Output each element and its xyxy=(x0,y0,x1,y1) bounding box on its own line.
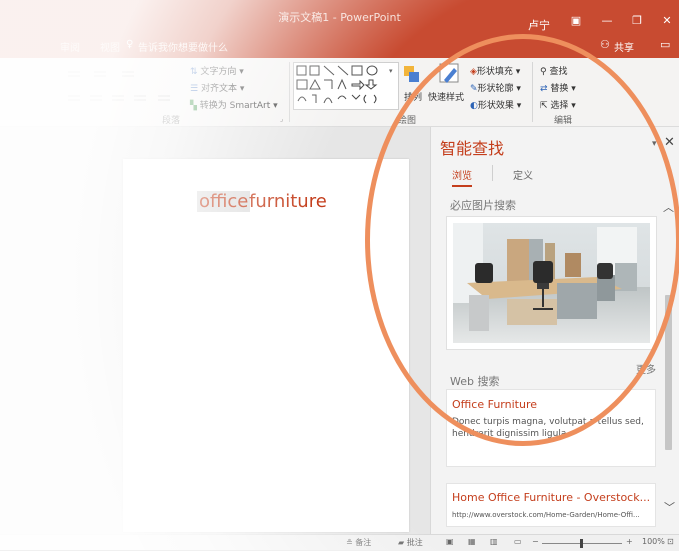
search-icon: ⚲ xyxy=(540,66,547,77)
web-result-card[interactable]: Home Office Furniture - Overstock... htt… xyxy=(446,483,656,527)
align-text-button[interactable]: ☰ 对齐文本 ▾ xyxy=(190,81,245,95)
notes-icon: ≗ xyxy=(346,538,353,547)
web-result-title[interactable]: Home Office Furniture - Overstock... xyxy=(452,491,650,504)
selected-word[interactable]: office xyxy=(197,191,251,212)
replace-label: 替换 ▾ xyxy=(550,84,576,94)
arrange-button[interactable]: 排列 xyxy=(404,90,422,103)
paragraph-group-label: 段落 xyxy=(162,116,181,126)
shapes-gallery[interactable]: ▾ xyxy=(293,62,399,110)
normal-view-icon[interactable]: ▣ xyxy=(446,537,454,546)
quick-styles-icon xyxy=(438,62,462,86)
select-label: 选择 ▾ xyxy=(550,101,576,111)
pane-title: 智能查找 xyxy=(440,139,505,158)
comment-icon: ▰ xyxy=(398,538,405,547)
more-link[interactable]: 更多 xyxy=(636,361,656,376)
shape-effects-label: 形状效果 ▾ xyxy=(477,101,522,111)
web-result-title[interactable]: Office Furniture xyxy=(452,398,537,411)
paragraph-launcher-icon[interactable]: ⌟ xyxy=(280,115,283,123)
comments-button[interactable]: ▰ 批注 xyxy=(398,537,423,548)
slide-editing-area: office furniture xyxy=(0,127,430,534)
notes-label: 备注 xyxy=(355,538,372,547)
zoom-out-icon[interactable]: − xyxy=(532,537,539,546)
smartart-icon: ▚ xyxy=(190,100,197,111)
effects-icon: ◐ xyxy=(470,100,478,111)
slide-canvas[interactable]: office furniture xyxy=(123,159,409,532)
text-direction-button[interactable]: ⇅ 文字方向 ▾ xyxy=(190,64,244,78)
scroll-up-icon[interactable]: ︿ xyxy=(663,199,674,215)
ribbon-display-icon[interactable]: ▣ xyxy=(565,14,587,28)
lightbulb-icon: ♀ xyxy=(126,39,134,50)
close-icon[interactable]: ✕ xyxy=(656,14,678,28)
tab-view[interactable]: 视图 xyxy=(100,39,120,54)
web-result-url: http://www.overstock.com/Home-Garden/Hom… xyxy=(452,511,640,519)
image-result[interactable] xyxy=(446,216,657,350)
find-button[interactable]: ⚲ 查找 xyxy=(540,64,568,78)
office-furniture-photo xyxy=(453,223,650,343)
zoom-slider-thumb[interactable] xyxy=(580,539,583,548)
drawing-group-label: 绘图 xyxy=(398,116,417,126)
reading-view-icon[interactable]: ▥ xyxy=(490,537,498,546)
shape-fill-label: 形状填充 ▾ xyxy=(476,67,521,77)
user-name[interactable]: 卢宁 xyxy=(528,17,550,33)
share-button[interactable]: 共享 xyxy=(614,39,634,54)
tell-me-box[interactable]: 告诉我你想要做什么 xyxy=(138,39,228,54)
align-text-label: 对齐文本 ▾ xyxy=(200,84,245,94)
web-result-snippet: Donec turpis magna, volutpat a tellus se… xyxy=(452,417,644,439)
shape-fill-button[interactable]: ◈形状填充 ▾ xyxy=(470,64,521,78)
pane-options-icon[interactable]: ▾ xyxy=(652,139,657,149)
text-direction-label: 文字方向 ▾ xyxy=(200,67,244,77)
tab-browse[interactable]: 浏览 xyxy=(452,167,472,187)
paint-bucket-icon: ◈ xyxy=(470,66,477,77)
slideshow-icon[interactable]: ▭ xyxy=(514,537,522,546)
select-button[interactable]: ⇱ 选择 ▾ xyxy=(540,98,576,112)
paragraph-commands: ⇅ 文字方向 ▾ ☰ 对齐文本 ▾ ▚ 转换为 SmartArt ▾ xyxy=(190,64,280,118)
comment-icon[interactable]: ▭ xyxy=(660,38,670,51)
quick-styles-button[interactable]: 快速样式 xyxy=(428,90,464,103)
shape-effects-button[interactable]: ◐形状效果 ▾ xyxy=(470,98,522,112)
replace-icon: ⇄ xyxy=(540,83,548,94)
bing-image-search-heading: 必应图片搜索 xyxy=(450,199,516,212)
title-bar: 演示文稿1 - PowerPoint 卢宁 ▣ — ❐ ✕ xyxy=(0,0,679,34)
paragraph-format-buttons[interactable] xyxy=(60,66,180,106)
ribbon-tabs-bar: 审阅 视图 ♀ 告诉我你想要做什么 ⚇ 共享 ▭ xyxy=(0,34,679,58)
fit-slide-icon[interactable]: ⊡ xyxy=(667,537,674,546)
status-bar: ≗ 备注 ▰ 批注 ▣ ▦ ▥ ▭ − + 100% ⊡ xyxy=(0,534,679,551)
smartart-button[interactable]: ▚ 转换为 SmartArt ▾ xyxy=(190,98,278,112)
arrange-icon xyxy=(402,64,422,86)
smart-lookup-pane: 智能查找 ▾ ✕ 浏览 定义 必应图片搜索 ︿ 更多 Web 搜索 Office… xyxy=(430,127,679,534)
slide-text[interactable]: furniture xyxy=(249,191,327,212)
text-direction-icon: ⇅ xyxy=(190,66,198,77)
slide-sorter-icon[interactable]: ▦ xyxy=(468,537,476,546)
tab-divider xyxy=(492,165,493,181)
zoom-level[interactable]: 100% xyxy=(642,537,665,546)
ribbon: ⇅ 文字方向 ▾ ☰ 对齐文本 ▾ ▚ 转换为 SmartArt ▾ 段落 ⌟ … xyxy=(0,58,679,127)
smartart-label: 转换为 SmartArt ▾ xyxy=(199,101,278,111)
scrollbar-thumb[interactable] xyxy=(665,295,672,450)
web-search-heading: Web 搜索 xyxy=(450,375,500,388)
replace-button[interactable]: ⇄ 替换 ▾ xyxy=(540,81,576,95)
group-divider xyxy=(532,62,533,122)
minimize-icon[interactable]: — xyxy=(596,14,618,28)
web-result-card[interactable]: Office Furniture Donec turpis magna, vol… xyxy=(446,389,656,467)
cursor-icon: ⇱ xyxy=(540,100,548,111)
notes-button[interactable]: ≗ 备注 xyxy=(346,537,371,548)
zoom-in-icon[interactable]: + xyxy=(626,537,633,546)
person-icon: ⚇ xyxy=(600,38,610,51)
find-label: 查找 xyxy=(549,67,568,77)
align-text-icon: ☰ xyxy=(190,83,199,94)
tab-define[interactable]: 定义 xyxy=(513,167,533,182)
group-divider xyxy=(289,62,290,122)
comments-label: 批注 xyxy=(406,538,423,547)
close-icon[interactable]: ✕ xyxy=(664,135,675,150)
tab-review[interactable]: 审阅 xyxy=(60,39,80,54)
restore-icon[interactable]: ❐ xyxy=(626,14,648,28)
shape-outline-label: 形状轮廓 ▾ xyxy=(477,84,521,94)
pen-icon: ✎ xyxy=(470,83,478,94)
scroll-down-icon[interactable]: ﹀ xyxy=(664,499,675,515)
editing-group-label: 编辑 xyxy=(554,116,573,126)
gallery-more-icon[interactable]: ▾ xyxy=(389,67,393,75)
shape-outline-button[interactable]: ✎形状轮廓 ▾ xyxy=(470,81,521,95)
